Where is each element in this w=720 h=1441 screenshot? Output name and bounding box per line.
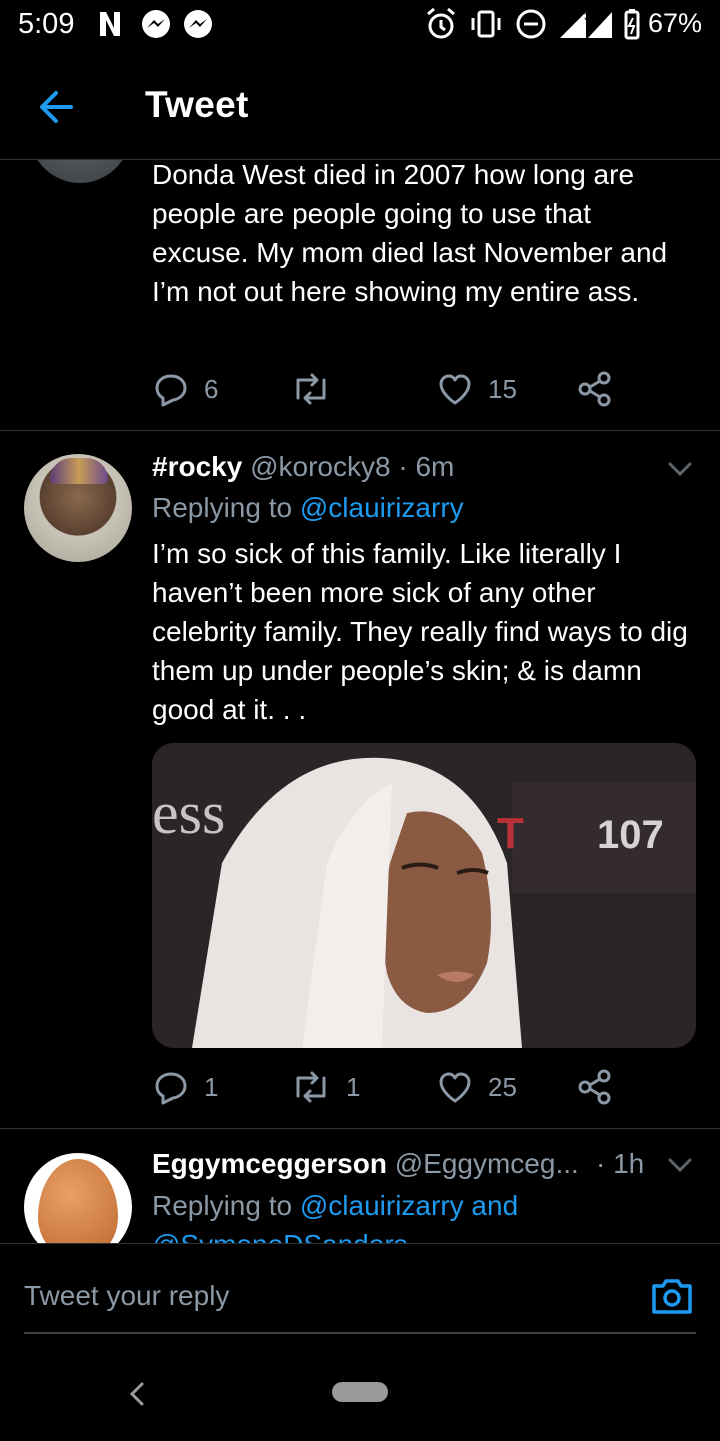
like-button[interactable]: 25 [436, 1068, 517, 1106]
tweet-2[interactable]: #rocky @korocky8 · 6m Replying to @claui… [0, 431, 720, 1128]
retweet-button[interactable]: 1 [290, 1068, 360, 1106]
reply-count: 6 [204, 373, 219, 404]
display-name[interactable]: #rocky [152, 451, 242, 482]
vibrate-icon [471, 10, 501, 38]
avatar[interactable] [24, 454, 132, 562]
tweet-1-text: Donda West died in 2007 how long are peo… [152, 159, 668, 307]
reply-button[interactable]: 6 [152, 370, 218, 408]
tweet-3[interactable]: Eggymceggerson @Eggymceg... · 1h Replyin… [0, 1129, 720, 1243]
svg-text:ess: ess [152, 780, 225, 846]
tweet-3-meta: Eggymceggerson @Eggymceg... [152, 1146, 579, 1182]
replying-to-link[interactable]: @clauirizarry [300, 492, 464, 523]
timestamp: 6m [415, 451, 455, 482]
status-bar: 5:09 3G 67% [0, 0, 720, 52]
page-title: Tweet [145, 84, 249, 125]
like-button[interactable]: 15 [436, 370, 517, 408]
reply-composer: Tweet your reply [0, 1243, 720, 1441]
replying-to-link-2[interactable]: @SymoneDSanders [152, 1226, 408, 1243]
share-icon [578, 1069, 611, 1105]
top-app-bar: Tweet [0, 52, 720, 160]
reply-count: 1 [204, 1071, 219, 1102]
svg-text:3G: 3G [584, 11, 599, 23]
display-name[interactable]: Eggymceggerson [152, 1148, 387, 1179]
replying-to: Replying to @clauirizarry [152, 489, 464, 527]
tweet-image[interactable]: ess T 107 [152, 743, 696, 1048]
handle[interactable]: @Eggymceg... [395, 1148, 579, 1179]
like-count: 25 [488, 1071, 517, 1102]
like-icon [439, 1072, 471, 1103]
reply-input[interactable]: Tweet your reply [24, 1280, 229, 1312]
reply-button[interactable]: 1 [152, 1068, 218, 1106]
replying-prefix: Replying to [152, 492, 293, 523]
like-count: 15 [488, 373, 517, 404]
reply-icon [155, 1072, 187, 1105]
share-button[interactable] [576, 1068, 614, 1106]
timestamp: 1h [613, 1148, 645, 1179]
battery-percent: 67% [647, 8, 702, 38]
nav-back-icon[interactable] [126, 1380, 150, 1408]
retweet-button[interactable] [290, 370, 346, 408]
chevron-down-icon[interactable] [664, 453, 696, 485]
handle[interactable]: @korocky8 [250, 451, 390, 482]
like-icon [439, 374, 471, 405]
separator: · [398, 451, 408, 482]
dnd-icon [516, 9, 546, 39]
tweet-2-text: I’m so sick of this family. Like literal… [152, 538, 688, 725]
netflix-icon [100, 12, 120, 36]
chevron-down-icon[interactable] [664, 1149, 696, 1181]
egg-avatar-icon [38, 1159, 118, 1243]
share-icon [578, 371, 611, 407]
camera-icon[interactable] [650, 1276, 694, 1316]
home-pill-icon[interactable] [332, 1382, 388, 1402]
avatar[interactable] [24, 1153, 132, 1243]
tweet-1[interactable]: Donda West died in 2007 how long are peo… [0, 159, 720, 430]
battery-icon [624, 9, 640, 40]
tweet-3-time: · 1h [596, 1146, 644, 1182]
reply-icon [155, 374, 187, 407]
svg-text:107: 107 [597, 813, 664, 857]
headscarf [50, 458, 108, 484]
replying-to-link[interactable]: @clauirizarry and [300, 1190, 518, 1221]
messenger-icon-2 [184, 10, 212, 38]
alarm-icon [427, 7, 455, 39]
status-time: 5:09 [18, 8, 75, 40]
input-underline [24, 1332, 696, 1334]
signal-icon: 3G [560, 11, 612, 38]
retweet-icon [296, 1071, 326, 1103]
retweet-count: 1 [346, 1071, 361, 1102]
separator: · [596, 1148, 606, 1179]
tweet-2-meta: #rocky @korocky8 · 6m [152, 449, 454, 485]
replying-to: Replying to @clauirizarry and [152, 1187, 518, 1225]
back-arrow-icon[interactable] [34, 85, 78, 129]
messenger-icon [142, 10, 170, 38]
retweet-icon [296, 373, 326, 405]
replying-prefix: Replying to [152, 1190, 293, 1221]
share-button[interactable] [576, 370, 614, 408]
photo-placeholder: ess T 107 [152, 743, 696, 1048]
